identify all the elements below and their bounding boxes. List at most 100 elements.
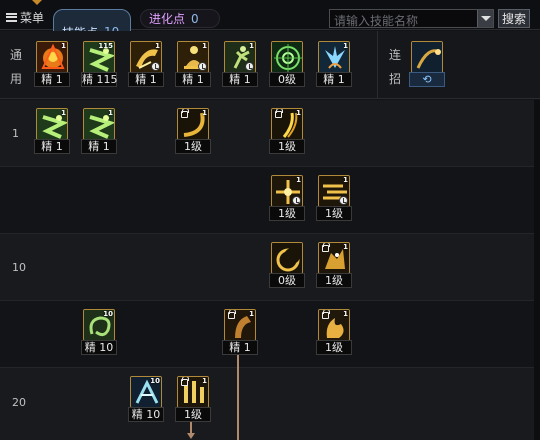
skill-level-badge: 1: [202, 42, 207, 50]
skill-meditation-icon: 1: [177, 41, 209, 73]
skill-tree-d2[interactable]: 1 精 1: [222, 309, 258, 355]
skill-level-badge: 1: [155, 42, 160, 50]
lock-icon: [228, 310, 236, 319]
skill-tree-c1[interactable]: 0级: [269, 242, 305, 288]
combo-label-bottom: 招: [389, 72, 402, 86]
skill-search-input[interactable]: 请输入技能名称: [329, 9, 494, 28]
skill-level-label: 精 1: [81, 139, 117, 154]
skill-tree-b1[interactable]: 1 1级: [269, 175, 305, 221]
combo-swap-icon[interactable]: ⟲: [409, 72, 445, 87]
skill-shout-buff-icon: 1: [130, 41, 162, 73]
skill-tree-a4-icon: 1: [271, 108, 303, 140]
skill-level-label: 1级: [175, 407, 211, 422]
skill-level-badge: 1: [296, 109, 301, 117]
row-level-20: 20: [12, 396, 26, 409]
skill-level-label: 0级: [269, 72, 305, 87]
skill-whirlwind-cut[interactable]: 115 精 115: [81, 41, 118, 87]
skill-tree-a2[interactable]: 1 精 1: [81, 108, 117, 154]
skill-tree-e2-icon: 1: [177, 376, 209, 408]
skill-tree-b2[interactable]: 1 1级: [316, 175, 352, 221]
connector-arrow: [187, 433, 195, 439]
skill-level-label: 1级: [316, 273, 352, 288]
tree-row-1: [0, 100, 540, 167]
skill-level-badge: 1: [343, 176, 348, 184]
skill-fire-burst-icon: 1: [36, 41, 68, 73]
skill-level-badge: 1: [61, 42, 66, 50]
skill-level-label: 精 1: [34, 139, 70, 154]
lock-icon: [322, 310, 330, 319]
skill-tree-d3-icon: 1: [318, 309, 350, 341]
search-dropdown-button[interactable]: [477, 10, 493, 27]
skill-level-badge: 1: [202, 109, 207, 117]
skill-level-badge: 1: [343, 42, 348, 50]
skill-level-badge: 115: [98, 42, 113, 50]
skill-tree-a1[interactable]: 1 精 1: [34, 108, 70, 154]
skill-level-label: 1级: [175, 139, 211, 154]
skill-tree-b1-icon: 1: [271, 175, 303, 207]
skill-tree-b2-icon: 1: [318, 175, 350, 207]
skill-level-badge: 1: [343, 310, 348, 318]
skill-connector: [237, 354, 239, 440]
skill-level-label: 精 1: [222, 72, 258, 87]
skill-level-label: 精 1: [128, 72, 164, 87]
skill-tree-e2[interactable]: 1 1级: [175, 376, 211, 422]
skill-running-strike[interactable]: 1 精 1: [222, 41, 258, 87]
row-level-1: 1: [12, 127, 19, 140]
common-label-top: 通: [10, 48, 23, 62]
menu-label: 菜单: [20, 10, 45, 25]
skill-tree-a2-icon: 1: [83, 108, 115, 140]
row-level-10: 10: [12, 261, 26, 274]
scrollbar[interactable]: [534, 100, 540, 440]
skill-level-label: 精 1: [34, 72, 70, 87]
cooldown-icon: [151, 62, 160, 71]
skill-level-label: 1级: [316, 206, 352, 221]
lock-icon: [275, 109, 283, 118]
cooldown-icon: [339, 196, 348, 205]
lock-icon: [322, 243, 330, 252]
skill-tree-d1-icon: 10: [83, 309, 115, 341]
skill-tree-d1[interactable]: 10 精 10: [81, 309, 117, 355]
menu-icon: [6, 12, 17, 22]
skill-tree-e1[interactable]: 10 精 10: [128, 376, 164, 422]
tree-row-5: [0, 368, 540, 440]
tree-row-2: [0, 167, 540, 234]
skill-level-badge: 1: [108, 109, 113, 117]
skill-fire-burst[interactable]: 1 精 1: [34, 41, 70, 87]
skill-level-badge: 1: [343, 243, 348, 251]
skill-tree-d3[interactable]: 1 1级: [316, 309, 352, 355]
top-bar: 菜单 技能点 10 进化点 0 请输入技能名称 搜索: [0, 0, 540, 55]
common-skills-panel: 通 用 连 招: [0, 31, 540, 99]
skill-target-lock-icon: [271, 41, 303, 73]
skill-level-label: 1级: [269, 139, 305, 154]
combo-skill-slot[interactable]: ⟲: [409, 41, 445, 87]
skill-tree-a3-icon: 1: [177, 108, 209, 140]
menu-button[interactable]: 菜单: [6, 9, 44, 25]
skill-tree-c2[interactable]: 1 1级: [316, 242, 352, 288]
tree-row-4: [0, 301, 540, 368]
skill-level-label: 精 115: [81, 72, 118, 87]
skill-tree-a3[interactable]: 1 1级: [175, 108, 211, 154]
tree-row-3: [0, 234, 540, 301]
skill-level-label: 精 10: [128, 407, 164, 422]
evo-points-label: 进化点: [149, 12, 186, 26]
evo-points-tab[interactable]: 进化点 0: [140, 9, 220, 28]
search-button[interactable]: 搜索: [498, 9, 530, 28]
skill-tree-e1-icon: 10: [130, 376, 162, 408]
lock-icon: [181, 109, 189, 118]
skill-level-badge: 1: [249, 310, 254, 318]
skill-tree-c2-icon: 1: [318, 242, 350, 274]
skill-tree-a1-icon: 1: [36, 108, 68, 140]
skill-whirlwind-cut-icon: 115: [83, 41, 115, 73]
skill-target-lock[interactable]: 0级: [269, 41, 305, 87]
skill-tree-a4[interactable]: 1 1级: [269, 108, 305, 154]
skill-shout-buff[interactable]: 1 精 1: [128, 41, 164, 87]
skill-level-label: 精 1: [222, 340, 258, 355]
skill-level-label: 1级: [269, 206, 305, 221]
skill-level-label: 精 1: [175, 72, 211, 87]
skill-wing-dash[interactable]: 1 精 1: [316, 41, 352, 87]
cooldown-icon: [245, 62, 254, 71]
skill-level-badge: 10: [103, 310, 113, 318]
skill-level-badge: 1: [296, 176, 301, 184]
skill-meditation[interactable]: 1 精 1: [175, 41, 211, 87]
divider: [377, 31, 378, 99]
